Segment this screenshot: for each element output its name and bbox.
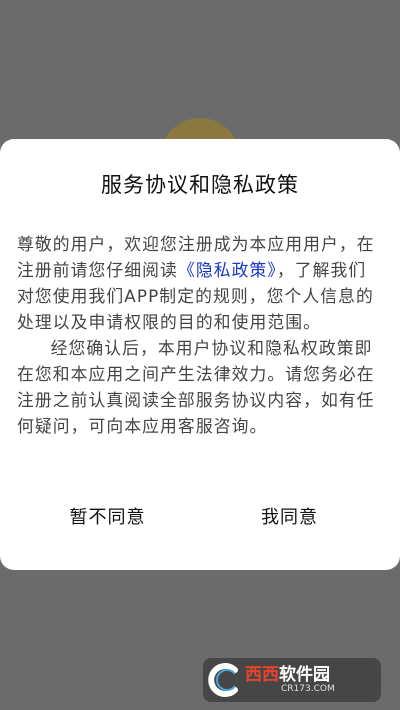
privacy-policy-link[interactable]: 《隐私政策》: [178, 260, 277, 280]
watermark-text: 西西软件园 CR173.COM: [245, 666, 335, 694]
watermark-url: CR173.COM: [281, 684, 335, 694]
c-logo-icon: [208, 663, 238, 697]
dialog-title: 服务协议和隐私政策: [101, 173, 299, 197]
app-screen: 服务协议和隐私政策 尊敬的用户，欢迎您注册成为本应用用户，在注册前请您仔细阅读《…: [0, 0, 400, 710]
watermark-brand-white: 软件园: [279, 665, 330, 685]
intro-paragraph: 尊敬的用户，欢迎您注册成为本应用用户，在注册前请您仔细阅读《隐私政策》，了解我们…: [17, 231, 383, 335]
legal-effect-paragraph: 经您确认后，本用户协议和隐私权政策即在您和本应用之间产生法律效力。请您务必在注册…: [17, 338, 375, 436]
agree-button[interactable]: 我同意: [222, 494, 357, 540]
watermark-brand-red: 西西: [245, 665, 279, 685]
cr173-watermark: 西西软件园 CR173.COM: [203, 658, 381, 702]
agreement-dialog: 服务协议和隐私政策 尊敬的用户，欢迎您注册成为本应用用户，在注册前请您仔细阅读《…: [0, 139, 400, 570]
disagree-button[interactable]: 暂不同意: [40, 494, 175, 540]
dialog-body: 尊敬的用户，欢迎您注册成为本应用用户，在注册前请您仔细阅读《隐私政策》，了解我们…: [17, 231, 383, 439]
